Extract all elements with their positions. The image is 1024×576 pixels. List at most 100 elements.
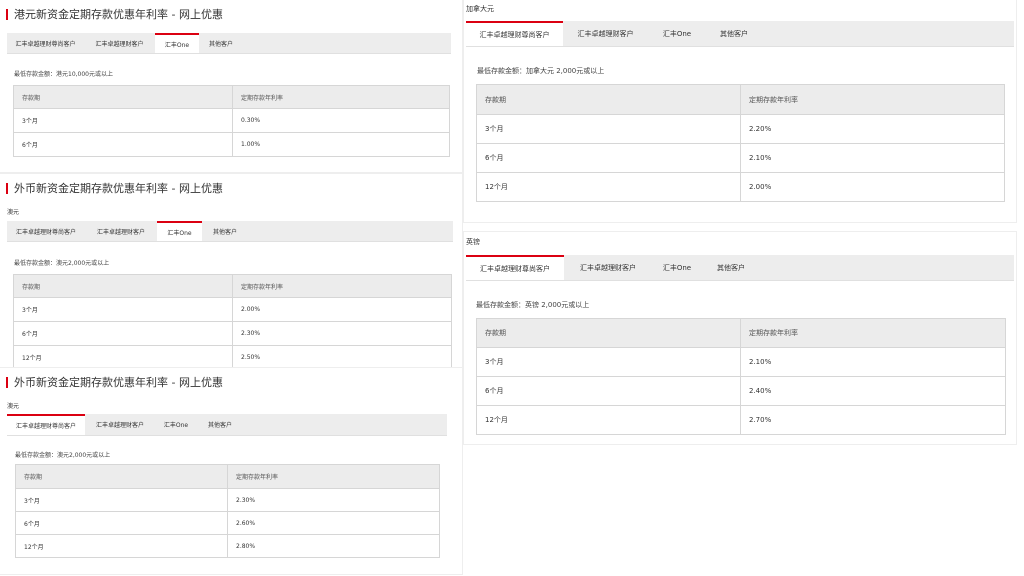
tab-one[interactable]: 汇丰One [155, 414, 197, 435]
title-accent [6, 376, 8, 388]
aud2-rate-table: 存款期 定期存款年利率 3个月 2.30% 6个月 2.60% 12个月 2.80% [15, 464, 440, 558]
aud2-min-deposit: 最低存款金额：澳元2,000元或以上 [15, 452, 111, 459]
table-row: 3个月 2.10% [476, 347, 1006, 377]
period-cell: 3个月 [13, 297, 233, 322]
tab-premier-elite[interactable]: 汇丰卓越理财尊尚客户 [466, 255, 564, 280]
table-row: 6个月 2.40% [476, 376, 1006, 406]
rate-cell: 2.10% [740, 347, 1006, 377]
aud2-tab-bar: 汇丰卓越理财尊尚客户 汇丰卓越理财客户 汇丰One 其他客户 [7, 414, 447, 436]
cad-panel: 加拿大元 汇丰卓越理财尊尚客户 汇丰卓越理财客户 汇丰One 其他客户 最低存款… [464, 0, 1016, 222]
hkd-min-deposit: 最低存款金额：港元10,000元或以上 [14, 71, 113, 78]
tab-others[interactable]: 其他客户 [706, 21, 762, 46]
aud-panel-1: 外币新资金定期存款优惠年利率 - 网上优惠 澳元 汇丰卓越理财尊尚客户 汇丰卓越… [0, 174, 462, 370]
period-cell: 12个月 [15, 534, 228, 558]
rate-cell: 2.70% [740, 405, 1006, 435]
aud2-title: 外币新资金定期存款优惠年利率 - 网上优惠 [14, 376, 223, 389]
rate-cell: 2.50% [232, 345, 452, 370]
title-accent [6, 8, 8, 20]
cad-min-deposit: 最低存款金额：加拿大元 2,000元或以上 [477, 67, 605, 75]
gbp-min-deposit: 最低存款金额：英镑 2,000元或以上 [476, 301, 590, 309]
tab-others[interactable]: 其他客户 [202, 221, 248, 241]
period-cell: 6个月 [476, 376, 741, 406]
aud1-currency-label: 澳元 [7, 209, 20, 216]
rate-cell: 1.00% [232, 132, 450, 157]
table-row: 3个月 2.20% [476, 114, 1005, 144]
aud1-title: 外币新资金定期存款优惠年利率 - 网上优惠 [14, 182, 223, 195]
title-accent [6, 182, 8, 194]
rate-cell: 2.20% [740, 114, 1005, 144]
gbp-panel: 英镑 汇丰卓越理财尊尚客户 汇丰卓越理财客户 汇丰One 其他客户 最低存款金额… [464, 232, 1016, 444]
period-cell: 6个月 [476, 143, 741, 173]
aud1-tab-bar: 汇丰卓越理财尊尚客户 汇丰卓越理财客户 汇丰One 其他客户 [7, 221, 453, 242]
aud2-currency-label: 澳元 [7, 403, 20, 410]
cad-rate-table: 存款期 定期存款年利率 3个月 2.20% 6个月 2.10% 12个月 2.00% [476, 84, 1005, 202]
tab-premier[interactable]: 汇丰卓越理财客户 [85, 414, 155, 435]
table-row: 12个月 2.80% [15, 534, 440, 558]
col-period-header: 存款期 [13, 274, 233, 298]
gbp-currency-label: 英镑 [466, 238, 480, 246]
table-row: 12个月 2.50% [13, 345, 452, 370]
col-period-header: 存款期 [476, 84, 741, 115]
tab-premier[interactable]: 汇丰卓越理财客户 [85, 221, 157, 241]
rate-cell: 2.30% [227, 488, 440, 512]
gbp-tab-bar: 汇丰卓越理财尊尚客户 汇丰卓越理财客户 汇丰One 其他客户 [466, 255, 1014, 281]
tab-one[interactable]: 汇丰One [155, 33, 199, 53]
rate-cell: 2.30% [232, 321, 452, 346]
period-cell: 12个月 [476, 405, 741, 435]
period-cell: 12个月 [476, 172, 741, 202]
tab-premier[interactable]: 汇丰卓越理财客户 [84, 33, 155, 53]
hkd-rate-table: 存款期 定期存款年利率 3个月 0.30% 6个月 1.00% [13, 85, 450, 157]
period-cell: 3个月 [476, 114, 741, 144]
rate-cell: 2.00% [232, 297, 452, 322]
col-rate-header: 定期存款年利率 [740, 318, 1006, 348]
tab-one[interactable]: 汇丰One [157, 221, 202, 241]
tab-premier-elite[interactable]: 汇丰卓越理财尊尚客户 [466, 21, 563, 46]
col-period-header: 存款期 [476, 318, 741, 348]
tab-premier-elite[interactable]: 汇丰卓越理财尊尚客户 [7, 414, 85, 435]
col-rate-header: 定期存款年利率 [232, 85, 450, 109]
col-period-header: 存款期 [13, 85, 233, 109]
rate-cell: 2.80% [227, 534, 440, 558]
tab-premier-elite[interactable]: 汇丰卓越理财尊尚客户 [7, 33, 84, 53]
table-row: 12个月 2.70% [476, 405, 1006, 435]
col-period-header: 存款期 [15, 464, 228, 489]
table-row: 3个月 0.30% [13, 108, 450, 133]
period-cell: 3个月 [13, 108, 233, 133]
hkd-tab-bar: 汇丰卓越理财尊尚客户 汇丰卓越理财客户 汇丰One 其他客户 [7, 33, 451, 54]
rate-cell: 2.00% [740, 172, 1005, 202]
tab-one[interactable]: 汇丰One [648, 21, 706, 46]
table-row: 6个月 2.60% [15, 511, 440, 535]
col-rate-header: 定期存款年利率 [740, 84, 1005, 115]
aud-panel-2: 外币新资金定期存款优惠年利率 - 网上优惠 澳元 汇丰卓越理财尊尚客户 汇丰卓越… [0, 368, 462, 574]
tab-premier-elite[interactable]: 汇丰卓越理财尊尚客户 [7, 221, 85, 241]
table-row: 3个月 2.30% [15, 488, 440, 512]
tab-others[interactable]: 其他客户 [197, 414, 243, 435]
table-row: 6个月 1.00% [13, 132, 450, 157]
tab-premier[interactable]: 汇丰卓越理财客户 [563, 21, 648, 46]
aud1-rate-table: 存款期 定期存款年利率 3个月 2.00% 6个月 2.30% 12个月 2.50% [13, 274, 452, 370]
period-cell: 6个月 [13, 132, 233, 157]
gbp-rate-table: 存款期 定期存款年利率 3个月 2.10% 6个月 2.40% 12个月 2.70% [476, 318, 1006, 435]
tab-one[interactable]: 汇丰One [652, 255, 702, 280]
table-row: 6个月 2.30% [13, 321, 452, 346]
table-row: 6个月 2.10% [476, 143, 1005, 173]
aud1-min-deposit: 最低存款金额：澳元2,000元或以上 [14, 260, 110, 267]
period-cell: 6个月 [13, 321, 233, 346]
table-row: 3个月 2.00% [13, 297, 452, 322]
cad-currency-label: 加拿大元 [466, 5, 494, 13]
col-rate-header: 定期存款年利率 [227, 464, 440, 489]
period-cell: 3个月 [15, 488, 228, 512]
period-cell: 6个月 [15, 511, 228, 535]
rate-cell: 2.10% [740, 143, 1005, 173]
hkd-title: 港元新资金定期存款优惠年利率 - 网上优惠 [14, 8, 223, 21]
hkd-panel: 港元新资金定期存款优惠年利率 - 网上优惠 汇丰卓越理财尊尚客户 汇丰卓越理财客… [0, 0, 462, 172]
rate-cell: 2.60% [227, 511, 440, 535]
tab-others[interactable]: 其他客户 [199, 33, 243, 53]
cad-tab-bar: 汇丰卓越理财尊尚客户 汇丰卓越理财客户 汇丰One 其他客户 [466, 21, 1014, 47]
tab-others[interactable]: 其他客户 [702, 255, 760, 280]
tab-premier[interactable]: 汇丰卓越理财客户 [564, 255, 652, 280]
rate-cell: 0.30% [232, 108, 450, 133]
period-cell: 3个月 [476, 347, 741, 377]
hkd-section-title: 港元新资金定期存款优惠年利率 - 网上优惠 [6, 6, 223, 22]
aud1-section-title: 外币新资金定期存款优惠年利率 - 网上优惠 [6, 180, 223, 196]
